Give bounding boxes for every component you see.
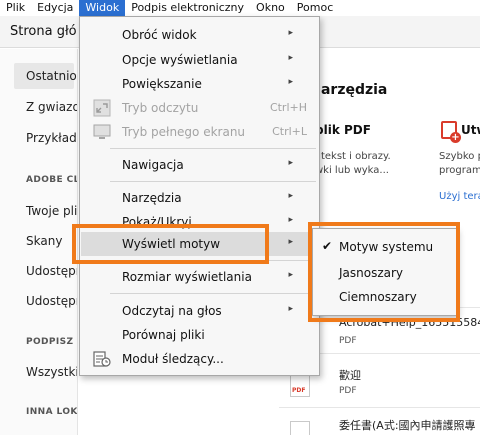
view-menu-dropdown: Obróć widok ▸ Opcje wyświetlania ▸ Powię… <box>79 16 320 376</box>
menu-item-label: Odczytaj na głos <box>122 304 222 318</box>
menu-item-compare-files[interactable]: Porównaj pliki <box>81 323 319 347</box>
menu-separator <box>110 148 316 149</box>
tool-create-pdf-title[interactable]: Utw <box>461 123 480 137</box>
highlight-frame-theme-submenu <box>308 222 460 322</box>
menu-item-display-size[interactable]: Rozmiar wyświetlania ▸ <box>81 265 319 289</box>
left-navigation-pane: Ostatnio Z gwiazdk Przykładc ADOBE CLO T… <box>0 49 78 435</box>
menu-file[interactable]: Plik <box>0 0 31 16</box>
menu-item-label: Porównaj pliki <box>122 328 205 342</box>
pdf-thumb-label: PDF <box>292 387 306 394</box>
menu-item-shortcut: Ctrl+H <box>269 101 307 114</box>
menu-edit[interactable]: Edycja <box>31 0 79 16</box>
nav-item-all-agreements[interactable]: Wszystkie umowy <box>26 365 77 379</box>
tool-edit-pdf-desc-line1: j tekst i obrazy. <box>315 151 391 162</box>
submenu-arrow-icon: ▸ <box>288 53 293 63</box>
submenu-arrow-icon: ▸ <box>288 270 293 280</box>
section-sign: PODPISZ <box>26 337 74 347</box>
tool-create-pdf-desc-line2: program <box>439 165 480 176</box>
submenu-arrow-icon: ▸ <box>288 237 293 247</box>
submenu-arrow-icon: ▸ <box>288 191 293 201</box>
menu-item-label: Obróć widok <box>122 28 197 42</box>
tool-edit-pdf-desc-line2: wki lub wyka... <box>315 165 389 176</box>
nav-item-shared-by-you[interactable]: Udostępn <box>26 264 77 278</box>
menu-item-reading-mode: Tryb odczytu Ctrl+H <box>81 96 319 120</box>
menu-bar: Plik Edycja Widok Podpis elektroniczny O… <box>0 0 480 16</box>
submenu-arrow-icon: ▸ <box>288 77 293 87</box>
menu-item-rotate-view[interactable]: Obróć widok ▸ <box>81 23 319 47</box>
tool-create-pdf-use-now-link[interactable]: Użyj tera <box>439 191 480 202</box>
create-pdf-icon[interactable] <box>441 121 461 143</box>
menu-item-tracker[interactable]: Moduł śledzący... <box>81 347 319 371</box>
section-other-location: INNA LOKALIZACJA PLIKÓW <box>26 407 78 417</box>
menu-separator <box>110 181 316 182</box>
file-type: PDF <box>339 336 357 346</box>
highlight-frame-display-theme <box>72 224 269 264</box>
menu-item-display-options[interactable]: Opcje wyświetlania ▸ <box>81 48 319 72</box>
nav-item-your-files[interactable]: Twoje plik <box>26 204 77 218</box>
menu-item-label: Narzędzia <box>122 191 182 205</box>
nav-item-scans[interactable]: Skany <box>26 234 62 248</box>
menu-item-tools[interactable]: Narzędzia ▸ <box>81 186 319 210</box>
file-type: PDF <box>339 386 357 396</box>
menu-view[interactable]: Widok <box>79 0 126 16</box>
nav-item-recent[interactable]: Ostatnio <box>14 63 77 89</box>
submenu-arrow-icon: ▸ <box>288 158 293 168</box>
tool-edit-pdf-title[interactable]: plik PDF <box>315 123 371 137</box>
file-icon <box>290 421 310 435</box>
menu-window[interactable]: Okno <box>250 0 291 16</box>
file-name[interactable]: 歡迎 <box>339 367 361 383</box>
tool-create-pdf-desc-line1: Szybko p <box>439 151 480 162</box>
tab-home[interactable]: Strona głó <box>10 24 77 39</box>
menu-item-label: Moduł śledzący... <box>122 352 224 366</box>
reading-mode-icon <box>93 99 111 117</box>
menu-item-label: Nawigacja <box>122 158 184 172</box>
menu-item-label: Powiększanie <box>122 77 202 91</box>
menu-item-label: Opcje wyświetlania <box>122 53 238 67</box>
menu-item-label: Tryb odczytu <box>122 101 199 115</box>
menu-item-zoom[interactable]: Powiększanie ▸ <box>81 72 319 96</box>
section-adobe-cloud: ADOBE CLO <box>26 175 77 185</box>
menu-help[interactable]: Pomoc <box>291 0 339 16</box>
tracker-icon <box>93 350 111 368</box>
menu-item-navigation[interactable]: Nawigacja ▸ <box>81 153 319 177</box>
menu-separator <box>110 293 316 294</box>
submenu-arrow-icon: ▸ <box>288 28 293 38</box>
menu-item-label: Tryb pełnego ekranu <box>122 125 246 139</box>
file-row-divider <box>279 407 480 408</box>
menu-item-label: Rozmiar wyświetlania <box>122 270 252 284</box>
submenu-arrow-icon: ▸ <box>288 215 293 225</box>
menu-item-read-aloud[interactable]: Odczytaj na głos ▸ <box>81 299 319 323</box>
submenu-arrow-icon: ▸ <box>288 304 293 314</box>
nav-item-starred[interactable]: Z gwiazdk <box>26 100 77 114</box>
file-name[interactable]: 委任書(A式:國內申請護照專 <box>339 417 476 433</box>
menu-item-full-screen: Tryb pełnego ekranu Ctrl+L <box>81 120 319 144</box>
full-screen-icon <box>93 123 111 141</box>
menu-e-signature[interactable]: Podpis elektroniczny <box>125 0 250 16</box>
nav-item-samples[interactable]: Przykładc <box>26 131 77 145</box>
nav-item-shared-by-others[interactable]: Udostępn <box>26 294 77 308</box>
tools-heading: narzędzia <box>311 82 388 98</box>
menu-item-shortcut: Ctrl+L <box>272 125 307 138</box>
